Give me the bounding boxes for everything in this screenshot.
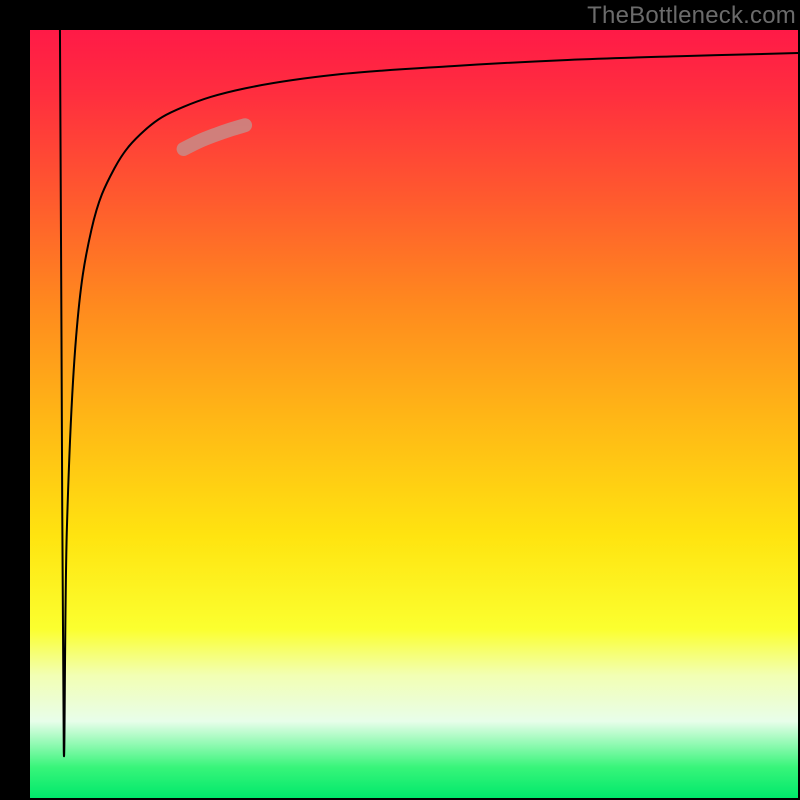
curve-highlight-segment [184, 125, 245, 149]
plot-area [30, 30, 798, 798]
chart-frame: TheBottleneck.com [0, 0, 800, 800]
watermark-text: TheBottleneck.com [587, 2, 796, 30]
curve-svg [30, 30, 798, 798]
bottleneck-curve [60, 30, 798, 756]
